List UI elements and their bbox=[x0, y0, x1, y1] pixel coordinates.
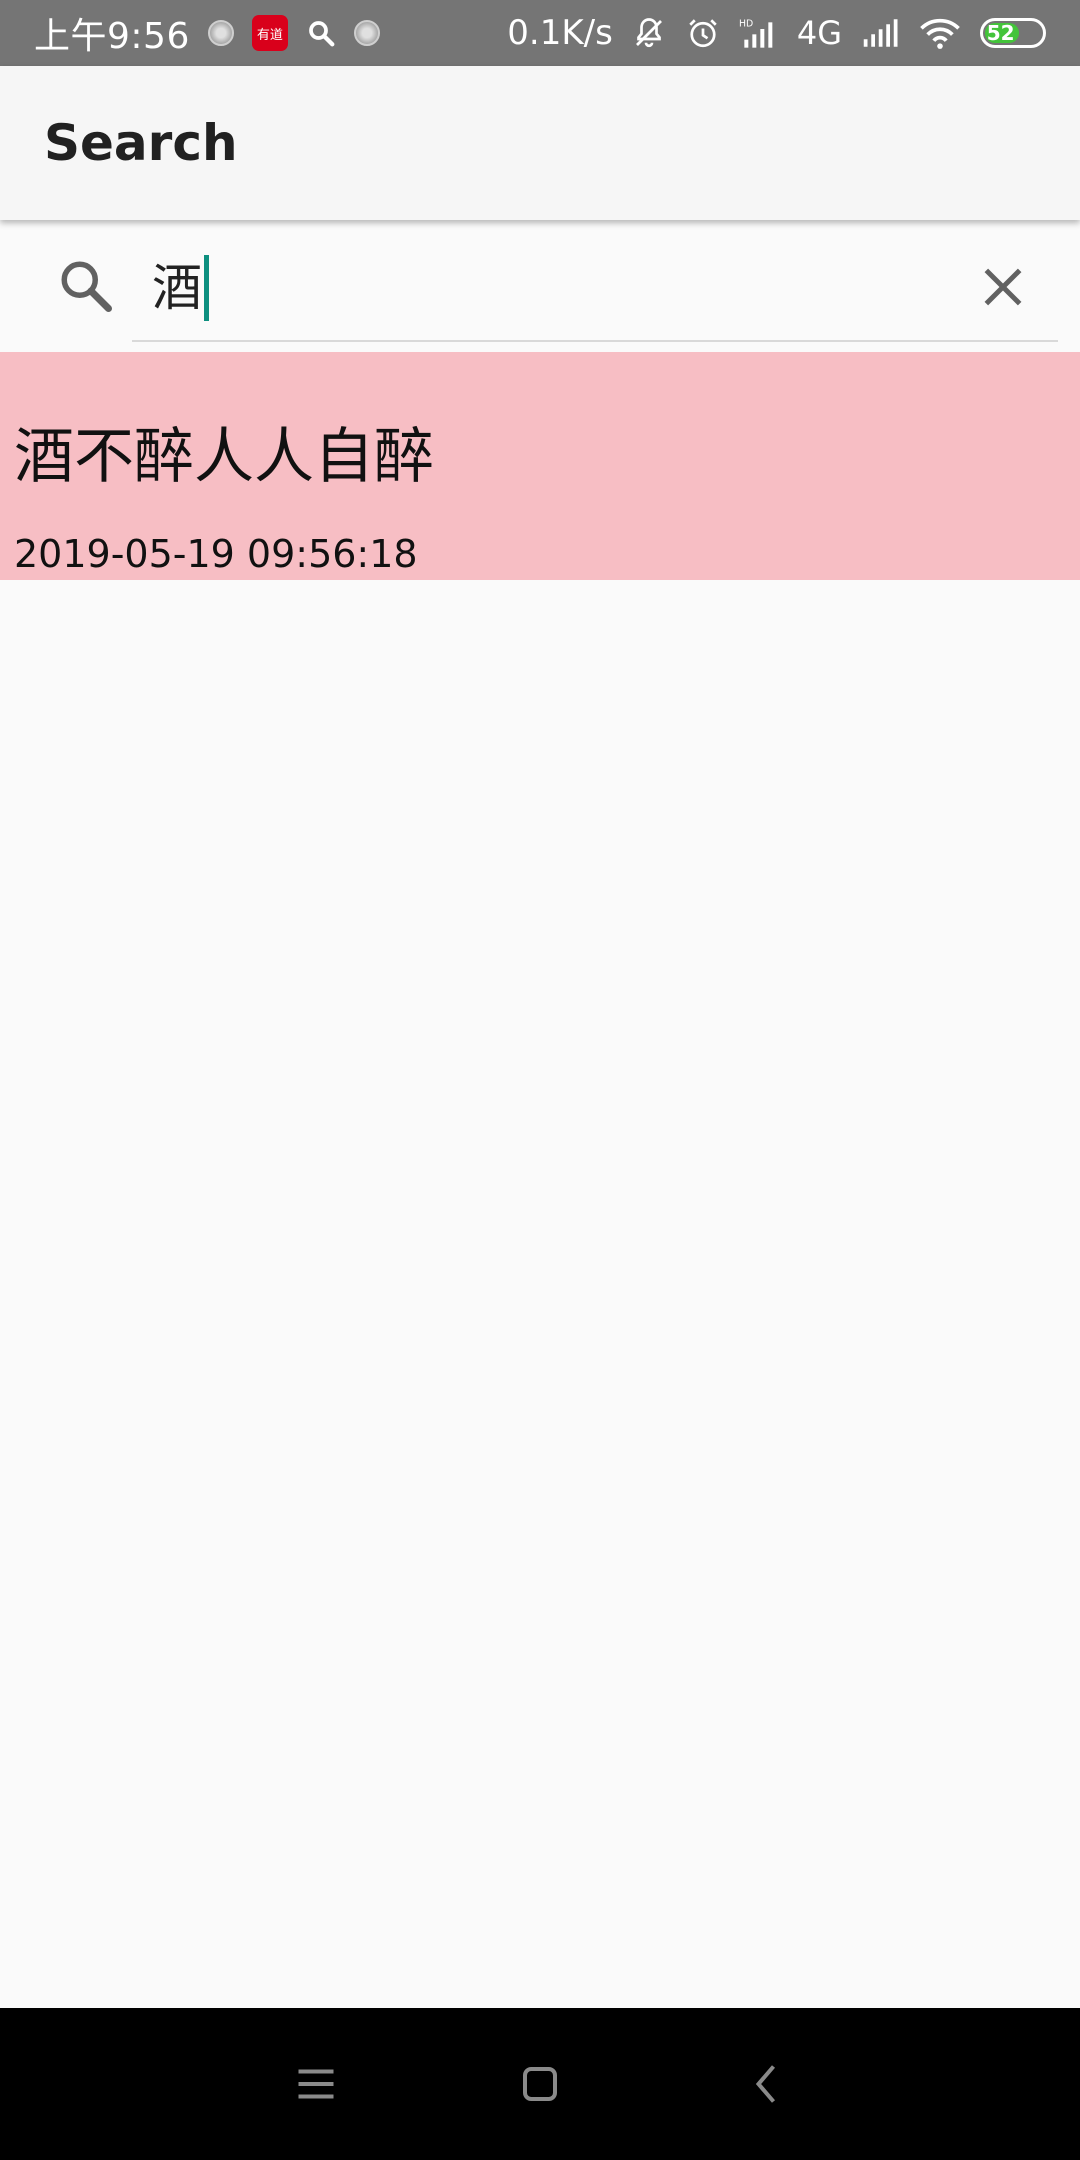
battery-level: 52 bbox=[986, 21, 1015, 45]
search-row: 酒 bbox=[0, 220, 1080, 352]
result-date: 2019-05-19 09:56:18 bbox=[14, 532, 418, 576]
mute-bell-icon bbox=[631, 15, 667, 51]
menu-icon[interactable] bbox=[286, 2054, 346, 2114]
alarm-icon bbox=[685, 15, 721, 51]
close-icon[interactable] bbox=[978, 262, 1028, 312]
svg-text:HD: HD bbox=[739, 18, 753, 29]
battery-icon: 52 bbox=[980, 18, 1046, 48]
wifi-icon bbox=[918, 16, 962, 50]
page-title: Search bbox=[44, 114, 238, 172]
list-item[interactable]: 酒不醉人人自醉 2019-05-19 09:56:18 bbox=[0, 352, 1080, 580]
signal-icon bbox=[860, 18, 900, 48]
network-type: 4G bbox=[796, 14, 842, 52]
youdao-app-icon: 有道 bbox=[251, 15, 288, 51]
navigation-bar bbox=[0, 2008, 1080, 2160]
search-query-text: 酒 bbox=[152, 259, 202, 317]
screen: 上午9:56 有道 0.1K/s HD 4G 52 Search 酒 酒不醉人人… bbox=[0, 0, 1080, 2160]
app-bar: Search bbox=[0, 66, 1080, 220]
text-caret bbox=[204, 255, 209, 321]
network-speed: 0.1K/s bbox=[507, 13, 613, 53]
search-notification-icon bbox=[306, 18, 336, 48]
home-icon[interactable] bbox=[510, 2054, 570, 2114]
status-bar-right: 0.1K/s HD 4G 52 bbox=[507, 13, 1046, 53]
status-bar: 上午9:56 有道 0.1K/s HD 4G 52 bbox=[0, 0, 1080, 66]
notification-dot-icon bbox=[207, 20, 234, 46]
signal-hd-icon: HD bbox=[739, 17, 779, 49]
back-icon[interactable] bbox=[736, 2054, 796, 2114]
status-time: 上午9:56 bbox=[34, 16, 190, 57]
search-input-field[interactable]: 酒 bbox=[152, 252, 209, 324]
search-icon bbox=[56, 256, 116, 316]
battery-level-fill: 52 bbox=[985, 21, 1019, 45]
search-input[interactable]: 酒 bbox=[132, 232, 1058, 342]
notification-dot-icon-2 bbox=[353, 20, 380, 46]
result-title: 酒不醉人人自醉 bbox=[14, 422, 434, 492]
status-bar-left: 上午9:56 有道 bbox=[34, 7, 380, 59]
